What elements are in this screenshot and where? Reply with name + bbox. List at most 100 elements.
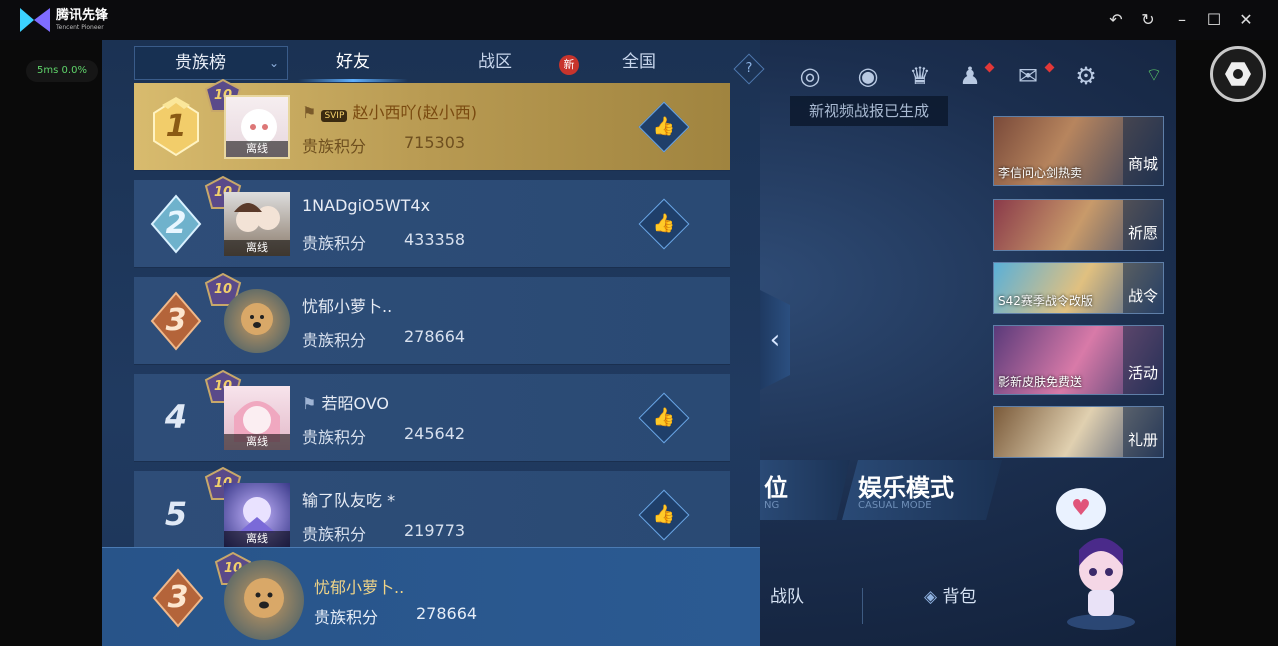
tab-friends[interactable]: 好友 xyxy=(298,46,408,82)
avatar-image xyxy=(241,303,273,335)
controller-button[interactable] xyxy=(1210,46,1266,102)
offline-status: 离线 xyxy=(224,531,290,547)
thumbs-up-icon: 👍 xyxy=(652,213,676,234)
backpack-icon: ◈ xyxy=(924,587,938,607)
nav-team[interactable]: 战队 xyxy=(770,582,804,607)
points-label: 贵族积分 xyxy=(302,428,367,447)
rank-number: 4 xyxy=(164,398,188,436)
ranked-mode-title: 位 xyxy=(764,474,788,502)
my-rank-entry: 3 10 忧郁小萝卜.. 贵族积分 278664 xyxy=(102,547,760,646)
promo-side-label: 商城 xyxy=(1123,117,1163,185)
avatar[interactable]: 离线 xyxy=(224,386,290,450)
promo-caption: 影新皮肤免费送 xyxy=(998,375,1083,389)
rank-number: 3 xyxy=(165,303,187,338)
leaderboard-panel: 贵族榜 ⌄ 好友 战区 新 全国 ? 1 10 离线 ⚑ SVIP 赵小西吖(赵… xyxy=(102,40,765,646)
leaderboard-row[interactable]: 2 10 离线 1NADgiO5WT4x 贵族积分 433358 👍 xyxy=(134,175,730,268)
collapse-panel-button[interactable]: ‹ xyxy=(760,290,790,390)
settings-gear-icon[interactable]: ⚙ xyxy=(1070,60,1102,92)
nav-backpack-label: 背包 xyxy=(942,587,977,607)
leaderboard-row[interactable]: 3 10 忧郁小萝卜.. 贵族积分 278664 xyxy=(134,272,730,365)
help-button[interactable]: ? xyxy=(733,53,765,85)
ranked-mode-sub: NG xyxy=(764,500,780,511)
left-sidebar xyxy=(0,40,102,646)
avatar[interactable]: 离线 xyxy=(224,192,290,256)
game-viewport: ◎ ◉ ♛ ♟ ✉ ⚙ ⌔ 新视频战报已生成 李信问心剑热卖 商城 祈愿 S42… xyxy=(102,40,1176,646)
points-value: 433358 xyxy=(404,230,466,249)
ranked-mode-button[interactable]: 位 NG xyxy=(760,460,850,520)
svip-badge: SVIP xyxy=(321,110,348,122)
avatar[interactable]: 离线 xyxy=(224,483,290,547)
points-value: 219773 xyxy=(404,521,466,540)
promo-caption: S42赛季战令改版 xyxy=(998,294,1093,308)
nav-backpack-button[interactable]: ◈ 背包 xyxy=(924,582,976,607)
close-icon[interactable]: ✕ xyxy=(1236,10,1256,30)
like-button[interactable]: 👍 xyxy=(638,101,690,153)
promo-card-wish[interactable]: 祈愿 xyxy=(993,199,1164,251)
player-name: 1NADgiO5WT4x xyxy=(302,196,431,215)
leaderboard-row[interactable]: 1 10 离线 ⚑ SVIP 赵小西吖(赵小西) 贵族积分 715303 👍 xyxy=(134,78,730,171)
right-sidebar xyxy=(1176,40,1278,646)
promo-side-label: 礼册 xyxy=(1123,407,1163,457)
leaderboard-row[interactable]: 4 10 离线 ⚑ 若昭OVO 贵族积分 245642 👍 xyxy=(134,369,730,462)
thumbs-up-icon: 👍 xyxy=(652,116,676,137)
like-button[interactable]: 👍 xyxy=(638,489,690,541)
help-icon: ? xyxy=(745,61,753,76)
promo-card-event[interactable]: 影新皮肤免费送 活动 xyxy=(993,325,1164,395)
like-button[interactable]: 👍 xyxy=(638,198,690,250)
promo-card-battlepass[interactable]: S42赛季战令改版 战令 xyxy=(993,262,1164,314)
refresh-icon[interactable]: ↻ xyxy=(1138,10,1158,30)
rank-number: 3 xyxy=(167,580,189,615)
points-label: 贵族积分 xyxy=(302,331,367,350)
points-value: 715303 xyxy=(404,133,466,152)
my-avatar[interactable] xyxy=(224,560,304,640)
casual-mode-button[interactable]: 娱乐模式 CASUAL MODE xyxy=(842,460,1002,520)
player-name: ⚑ 若昭OVO xyxy=(302,390,389,414)
radar-icon[interactable]: ◎ xyxy=(794,60,826,92)
rank-number: 5 xyxy=(164,495,188,533)
points-value: 278664 xyxy=(404,327,466,346)
offline-status: 离线 xyxy=(224,240,290,256)
mail-icon[interactable]: ✉ xyxy=(1012,60,1044,92)
promo-side-label: 战令 xyxy=(1123,263,1163,313)
trophy-icon[interactable]: ♛ xyxy=(904,60,936,92)
promo-card-shop[interactable]: 李信问心剑热卖 商城 xyxy=(993,116,1164,186)
avatar[interactable] xyxy=(224,289,290,353)
avatar-image xyxy=(244,578,284,618)
leaderboard-row[interactable]: 5 10 离线 输了队友吃 * 贵族积分 219773 👍 xyxy=(134,466,730,559)
chevron-down-icon: ⌄ xyxy=(268,56,279,70)
rank-number: 1 xyxy=(165,109,187,144)
board-type-dropdown[interactable]: 贵族榜 ⌄ xyxy=(134,46,288,80)
wifi-icon: ⌔ xyxy=(1145,65,1163,86)
player-name: 忧郁小萝卜.. xyxy=(302,297,393,316)
board-type-label: 贵族榜 xyxy=(175,53,226,73)
casual-mode-title: 娱乐模式 xyxy=(858,474,954,502)
maximize-icon[interactable]: ☐ xyxy=(1204,10,1224,30)
promo-card-gift[interactable]: 礼册 xyxy=(993,406,1164,458)
points-label: 贵族积分 xyxy=(302,525,367,544)
video-report-toast: 新视频战报已生成 xyxy=(790,96,948,126)
thumbs-up-icon: 👍 xyxy=(652,407,676,428)
heart-icon[interactable]: ♥ xyxy=(1056,488,1106,530)
my-points-value: 278664 xyxy=(416,604,478,623)
like-button[interactable]: 👍 xyxy=(638,392,690,444)
minimize-icon[interactable]: – xyxy=(1172,10,1192,30)
promo-side-label: 活动 xyxy=(1123,326,1163,394)
avatar[interactable]: 离线 xyxy=(224,95,290,159)
friends-icon[interactable]: ♟ xyxy=(954,60,986,92)
offline-status: 离线 xyxy=(224,434,290,450)
my-points-label: 贵族积分 xyxy=(314,608,379,627)
nav-divider xyxy=(862,588,863,624)
friends-notification-dot xyxy=(984,62,995,73)
tab-zone[interactable]: 战区 xyxy=(440,46,550,80)
chevron-left-icon: ‹ xyxy=(769,325,781,355)
tab-national[interactable]: 全国 xyxy=(584,46,694,80)
noble-flag-icon: ⚑ xyxy=(302,394,317,413)
mascot-character[interactable] xyxy=(1064,530,1138,630)
eye-icon[interactable]: ◉ xyxy=(852,60,884,92)
title-bar: 腾讯先锋 Tencent Pioneer ↶ ↻ – ☐ ✕ xyxy=(0,0,1278,40)
noble-flag-icon: ⚑ xyxy=(302,103,317,122)
points-value: 245642 xyxy=(404,424,466,443)
leaderboard-tabs: 贵族榜 ⌄ 好友 战区 新 全国 ? xyxy=(134,46,765,85)
ping-indicator: 5ms 0.0% xyxy=(26,60,98,82)
back-icon[interactable]: ↶ xyxy=(1106,10,1126,30)
